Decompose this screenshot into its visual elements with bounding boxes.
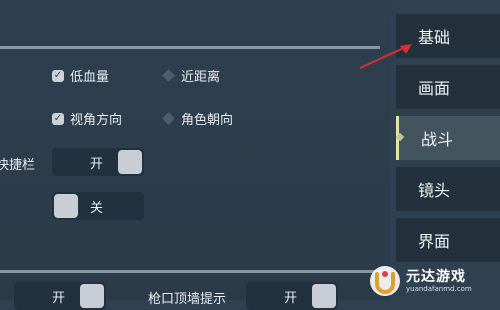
check-icon: ✓ xyxy=(52,69,64,82)
toggle-label: 开 xyxy=(284,290,298,306)
check-icon: ✓ xyxy=(52,112,64,125)
tab-label: 基础 xyxy=(418,28,451,47)
active-indicator-icon xyxy=(395,132,405,142)
checkbox-close-range[interactable]: 近距离 xyxy=(162,66,220,85)
annotation-arrow-icon xyxy=(359,44,412,69)
checkbox-label: 角色朝向 xyxy=(181,113,234,128)
toggle-knob[interactable] xyxy=(80,284,104,308)
checkbox-label: 近距离 xyxy=(181,70,221,85)
bottom-left-toggle[interactable]: 开 xyxy=(14,282,106,310)
toggle-label: 开 xyxy=(52,290,66,306)
settings-panel: ✓ 低血量 近距离 ✓ 视角方向 角色朝向 快捷栏 开 关 开 枪口顶墙提示 开 xyxy=(0,0,390,310)
tab-camera[interactable]: 镜头 xyxy=(396,167,500,211)
tab-label: 画面 xyxy=(418,79,451,98)
checkbox-label: 视角方向 xyxy=(70,113,123,128)
toggle-knob[interactable] xyxy=(118,150,142,174)
checkbox-label: 低血量 xyxy=(70,70,110,85)
tab-combat[interactable]: 战斗 xyxy=(395,116,500,160)
tab-label: 战斗 xyxy=(421,130,454,149)
watermark-logo-icon xyxy=(370,266,400,296)
toggle-knob[interactable] xyxy=(54,194,78,218)
tab-label: 界面 xyxy=(418,232,451,251)
checkbox-view-direction[interactable]: ✓ 视角方向 xyxy=(52,109,122,128)
watermark-title: 元达游戏 xyxy=(406,268,466,285)
toggle-label: 关 xyxy=(90,200,104,216)
watermark-url: yuandafanmd.com xyxy=(406,284,472,293)
toggle-knob[interactable] xyxy=(312,284,336,308)
muzzle-wall-hint-toggle[interactable]: 开 xyxy=(246,282,338,310)
top-divider xyxy=(0,46,380,49)
muzzle-wall-hint-label: 枪口顶墙提示 xyxy=(148,292,227,307)
watermark: 元达游戏 yuandafanmd.com xyxy=(368,262,500,300)
quickbar-toggle-off[interactable]: 关 xyxy=(52,192,144,220)
quickbar-toggle-on[interactable]: 开 xyxy=(52,148,144,176)
tab-interface[interactable]: 界面 xyxy=(396,218,500,262)
diamond-icon xyxy=(162,69,175,82)
tab-label: 镜头 xyxy=(418,181,451,200)
toggle-label: 开 xyxy=(90,156,104,172)
bottom-divider xyxy=(0,270,390,273)
checkbox-low-health[interactable]: ✓ 低血量 xyxy=(52,66,109,85)
quickbar-label: 快捷栏 xyxy=(0,158,36,173)
diamond-icon xyxy=(162,112,175,125)
checkbox-character-facing[interactable]: 角色朝向 xyxy=(162,109,233,128)
